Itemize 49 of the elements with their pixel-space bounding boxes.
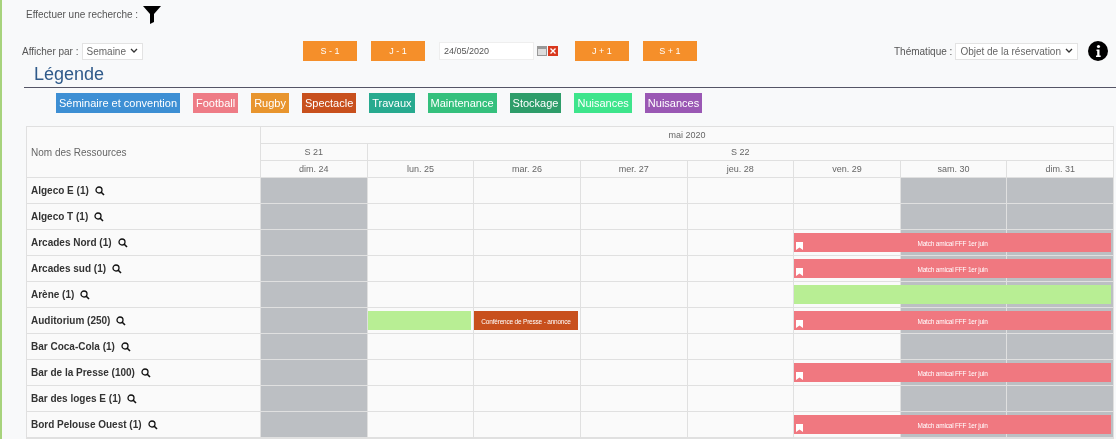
date-field[interactable]: 24/05/2020	[439, 42, 534, 60]
resource-name: Arcades sud (1)	[31, 263, 107, 274]
resource-name: Bar de la Presse (100)	[31, 367, 135, 378]
theme-label: Thématique :	[894, 45, 953, 57]
search-icon[interactable]	[127, 393, 138, 404]
close-icon[interactable]	[548, 46, 558, 56]
chevron-down-icon	[130, 48, 138, 54]
nav-button[interactable]: S + 1	[643, 41, 697, 61]
resource-name: Bord Pelouse Ouest (1)	[31, 419, 142, 430]
nav-button[interactable]: J - 1	[371, 41, 425, 61]
resource-name: Arcades Nord (1)	[31, 237, 112, 248]
search-label: Effectuer une recherche :	[26, 8, 139, 20]
chevron-down-icon	[1065, 48, 1073, 54]
search-icon[interactable]	[94, 185, 105, 196]
legend-tag: Football	[193, 93, 239, 113]
resource-name: Auditorium (250)	[31, 315, 111, 326]
search-icon[interactable]	[120, 341, 131, 352]
filter-icon[interactable]	[142, 4, 163, 24]
legend-tag: Séminaire et convention	[56, 93, 180, 113]
search-icon[interactable]	[116, 315, 127, 326]
search-icon[interactable]	[147, 419, 158, 430]
resource-name: Bar Coca-Cola (1)	[31, 341, 115, 352]
legend-tag: Stockage	[509, 93, 562, 113]
resource-name: Algeco T (1)	[31, 211, 89, 222]
search-icon[interactable]	[80, 289, 91, 300]
view-select[interactable]: Semaine	[81, 42, 143, 60]
info-icon[interactable]	[1088, 41, 1108, 61]
legend-tag: Maintenance	[427, 93, 497, 113]
month-header: mai 2020	[260, 127, 1113, 144]
legend-tag: Travaux	[369, 93, 415, 113]
legend-tag: Spectacle	[301, 93, 357, 113]
legend-title: Légende	[33, 63, 106, 86]
week-header: S 22	[366, 144, 1113, 161]
theme-select[interactable]: Objet de la réservation	[955, 42, 1078, 60]
week-header: S 21	[260, 144, 367, 161]
search-icon[interactable]	[140, 367, 151, 378]
nav-button[interactable]: S - 1	[303, 41, 357, 61]
resource-name: Bar des loges E (1)	[31, 393, 122, 404]
search-icon[interactable]	[117, 237, 128, 248]
view-label: Afficher par :	[22, 45, 79, 57]
legend-tag: Nuisances	[644, 93, 703, 113]
legend-tag: Rugby	[251, 93, 289, 113]
legend-tag: Nuisances	[574, 93, 632, 113]
resource-name: Arène (1)	[31, 289, 75, 300]
search-icon[interactable]	[112, 263, 123, 274]
search-icon[interactable]	[94, 211, 105, 222]
nav-button[interactable]: J + 1	[575, 41, 629, 61]
resource-name: Algeco E (1)	[31, 185, 89, 196]
column-header: Nom des Ressources	[27, 127, 260, 178]
